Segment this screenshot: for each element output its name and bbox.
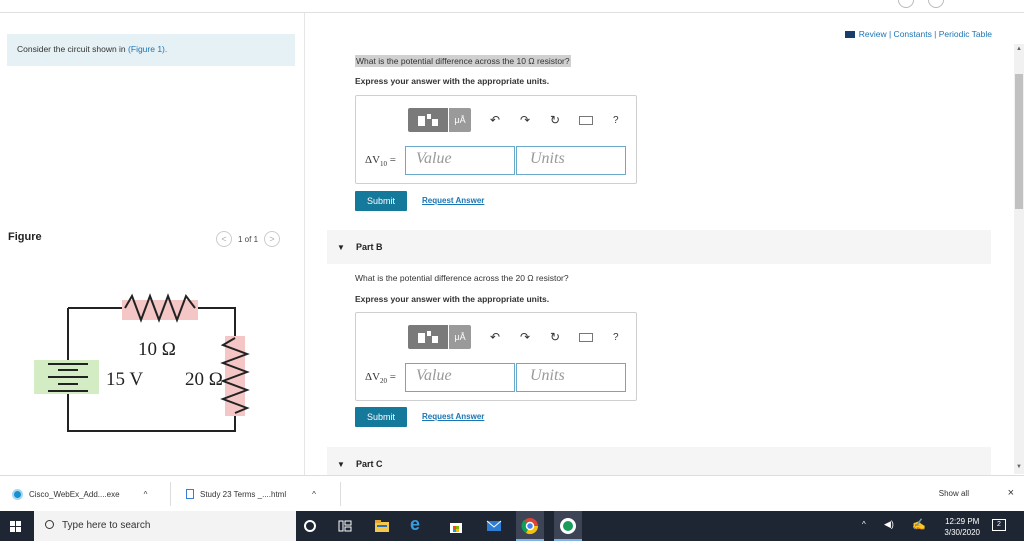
file-explorer-icon[interactable]: [374, 518, 390, 534]
partB-label: Part B: [356, 242, 383, 252]
close-icon[interactable]: ×: [1008, 487, 1014, 499]
partB-units-input[interactable]: Units: [516, 363, 626, 392]
partA-answer-box: μÅ ↶ ↷ ↻ ? ΔV10 = Value Units: [355, 95, 637, 184]
clock[interactable]: 12:29 PM 3/30/2020: [944, 516, 980, 538]
webex-icon: [12, 489, 23, 500]
r1-label: 10 Ω: [138, 339, 176, 360]
top-controls: [884, 0, 944, 13]
figure-nav: < 1 of 1 >: [216, 231, 281, 247]
right-panel: Review | Constants | Periodic Table What…: [306, 13, 1010, 481]
left-panel: Consider the circuit shown in (Figure 1)…: [0, 13, 305, 475]
scroll-down-icon[interactable]: ▼: [1016, 464, 1022, 470]
partA-express: Express your answer with the appropriate…: [355, 76, 550, 86]
partB-question: What is the potential difference across …: [355, 273, 569, 283]
divider: [170, 482, 171, 506]
html-file-icon: [186, 489, 194, 499]
edge-icon[interactable]: e: [410, 514, 426, 534]
prev-figure-icon[interactable]: <: [216, 231, 232, 247]
search-icon: [45, 520, 54, 529]
download-item-2[interactable]: Study 23 Terms _....html ^: [186, 489, 316, 499]
search-placeholder: Type here to search: [62, 520, 151, 531]
taskbar-search[interactable]: Type here to search: [34, 511, 296, 541]
context-box: Consider the circuit shown in (Figure 1)…: [7, 34, 295, 66]
download-item-1[interactable]: Cisco_WebEx_Add....exe ^: [12, 489, 147, 500]
chrome-taskbar-item[interactable]: [516, 511, 544, 541]
keyboard-icon[interactable]: [579, 115, 593, 125]
keyboard-icon[interactable]: [579, 332, 593, 342]
undo-icon[interactable]: ↶: [489, 330, 501, 344]
cortana-icon[interactable]: [304, 520, 316, 532]
task-view-icon[interactable]: [337, 518, 353, 534]
templates-button[interactable]: [408, 325, 448, 349]
voltage-label: 15 V: [106, 369, 143, 390]
partB-request-answer-link[interactable]: Request Answer: [422, 412, 484, 421]
context-text: Consider the circuit shown in: [17, 44, 126, 54]
partB-answer-box: μÅ ↶ ↷ ↻ ? ΔV20 = Value Units: [355, 312, 637, 401]
partC-label: Part C: [356, 459, 383, 469]
reset-icon[interactable]: ↻: [549, 330, 561, 344]
partA-toolbar: μÅ ↶ ↷ ↻ ?: [408, 108, 619, 132]
partB-value-input[interactable]: Value: [405, 363, 515, 392]
notification-count: 2: [997, 521, 1001, 528]
book-icon: [844, 30, 855, 38]
reset-icon[interactable]: ↻: [549, 113, 561, 127]
chevron-up-icon[interactable]: ^: [312, 490, 316, 499]
chevron-up-icon[interactable]: ^: [862, 520, 866, 529]
show-all-button[interactable]: Show all: [939, 489, 969, 498]
partB-express: Express your answer with the appropriate…: [355, 294, 550, 304]
time-text: 12:29 PM: [945, 517, 980, 526]
partB-var-label: ΔV20 =: [365, 371, 396, 386]
volume-icon[interactable]: ◀): [884, 519, 894, 530]
review-links-text[interactable]: Review | Constants | Periodic Table: [859, 29, 992, 39]
notification-icon[interactable]: 2: [992, 519, 1006, 531]
partA-var-label: ΔV10 =: [365, 154, 396, 169]
scroll-thumb[interactable]: [1015, 74, 1023, 209]
figure-title: Figure: [8, 231, 42, 243]
partB-submit-button[interactable]: Submit: [355, 407, 407, 427]
templates-button[interactable]: [408, 108, 448, 132]
date-text: 3/30/2020: [944, 528, 980, 537]
collapse-arrow-icon[interactable]: ▼: [337, 243, 345, 252]
r2-label: 20 Ω: [185, 369, 223, 390]
scrollbar[interactable]: ▲ ▼: [1014, 44, 1024, 474]
download-item-1-label[interactable]: Cisco_WebEx_Add....exe: [29, 490, 120, 499]
partB-toolbar: μÅ ↶ ↷ ↻ ?: [408, 325, 619, 349]
redo-icon[interactable]: ↷: [519, 330, 531, 344]
units-button[interactable]: μÅ: [449, 325, 471, 349]
review-links[interactable]: Review | Constants | Periodic Table: [844, 29, 992, 39]
partA-submit-button[interactable]: Submit: [355, 191, 407, 211]
help-icon[interactable]: ?: [613, 115, 619, 126]
store-icon[interactable]: [448, 518, 464, 534]
next-figure-icon[interactable]: >: [264, 231, 281, 247]
partB-header[interactable]: ▼ Part B: [327, 230, 991, 264]
taskbar: Type here to search e ^ ◀) ✍ 12:29 PM 3/…: [0, 511, 1024, 541]
partA-value-input[interactable]: Value: [405, 146, 515, 175]
partA-units-input[interactable]: Units: [516, 146, 626, 175]
circuit-diagram: 10 Ω 15 V 20 Ω: [34, 293, 250, 432]
units-button[interactable]: μÅ: [449, 108, 471, 132]
partA-question-text: What is the potential difference across …: [355, 55, 571, 67]
undo-icon[interactable]: ↶: [489, 113, 501, 127]
collapse-arrow-icon[interactable]: ▼: [337, 460, 345, 469]
partA-request-answer-link[interactable]: Request Answer: [422, 196, 484, 205]
webex-taskbar-item[interactable]: [554, 511, 582, 541]
download-bar: Cisco_WebEx_Add....exe ^ Study 23 Terms …: [0, 475, 1024, 511]
pen-icon[interactable]: ✍: [912, 518, 926, 531]
divider: [340, 482, 341, 506]
partA-question: What is the potential difference across …: [355, 55, 571, 67]
scroll-up-icon[interactable]: ▲: [1016, 46, 1022, 52]
mail-icon[interactable]: [486, 518, 502, 534]
figure-link[interactable]: (Figure 1).: [128, 44, 167, 54]
chevron-up-icon[interactable]: ^: [144, 490, 148, 499]
help-icon[interactable]: ?: [613, 332, 619, 343]
windows-start-icon[interactable]: [10, 521, 21, 532]
redo-icon[interactable]: ↷: [519, 113, 531, 127]
figure-counter: 1 of 1: [238, 234, 259, 244]
download-item-2-label[interactable]: Study 23 Terms _....html: [200, 490, 286, 499]
